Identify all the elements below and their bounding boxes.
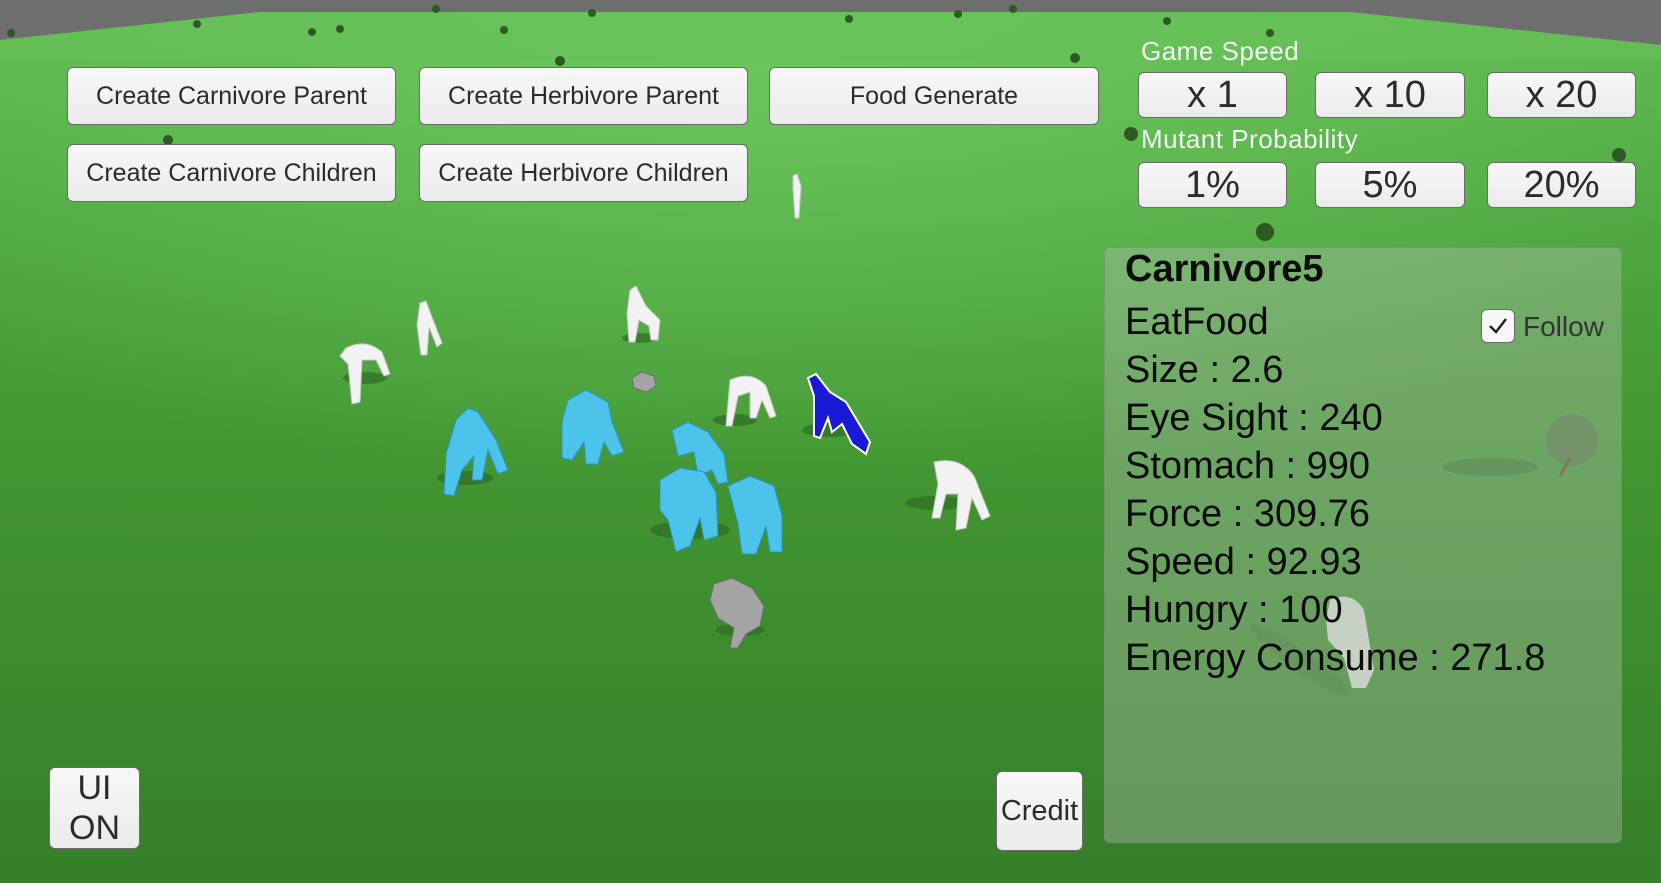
- mutant-5-percent-button[interactable]: 5%: [1315, 162, 1465, 208]
- food-generate-button[interactable]: Food Generate: [769, 67, 1099, 125]
- create-carnivore-parent-button[interactable]: Create Carnivore Parent: [67, 67, 396, 125]
- mutant-probability-label: Mutant Probability: [1141, 124, 1359, 154]
- mutant-1-percent-button[interactable]: 1%: [1138, 162, 1287, 208]
- creature-state: EatFood: [1125, 301, 1269, 343]
- speed-x20-button[interactable]: x 20: [1487, 72, 1636, 118]
- ui-toggle-button[interactable]: UI ON: [49, 767, 140, 849]
- stat-stomach: Stomach : 990: [1125, 445, 1371, 487]
- selected-carnivore: [806, 372, 872, 456]
- speed-x10-button[interactable]: x 10: [1315, 72, 1465, 118]
- stat-hungry: Hungry : 100: [1125, 589, 1343, 631]
- creature-name: Carnivore5: [1125, 248, 1324, 290]
- mutant-20-percent-button[interactable]: 20%: [1487, 162, 1636, 208]
- stat-energy-consume: Energy Consume : 271.8: [1125, 637, 1546, 679]
- game-speed-label: Game Speed: [1141, 36, 1300, 66]
- create-herbivore-parent-button[interactable]: Create Herbivore Parent: [419, 67, 748, 125]
- checkmark-icon: [1489, 318, 1507, 334]
- creature-info-panel: Carnivore5 EatFood Follow Size : 2.6 Eye…: [1104, 247, 1622, 843]
- stat-size: Size : 2.6: [1125, 349, 1284, 391]
- credit-button[interactable]: Credit: [996, 771, 1083, 851]
- stat-speed: Speed : 92.93: [1125, 541, 1362, 583]
- speed-x1-button[interactable]: x 1: [1138, 72, 1287, 118]
- follow-label: Follow: [1523, 311, 1604, 342]
- follow-checkbox[interactable]: [1481, 309, 1515, 343]
- create-herbivore-children-button[interactable]: Create Herbivore Children: [419, 144, 748, 202]
- stat-eye-sight: Eye Sight : 240: [1125, 397, 1383, 439]
- create-carnivore-children-button[interactable]: Create Carnivore Children: [67, 144, 396, 202]
- stat-force: Force : 309.76: [1125, 493, 1371, 535]
